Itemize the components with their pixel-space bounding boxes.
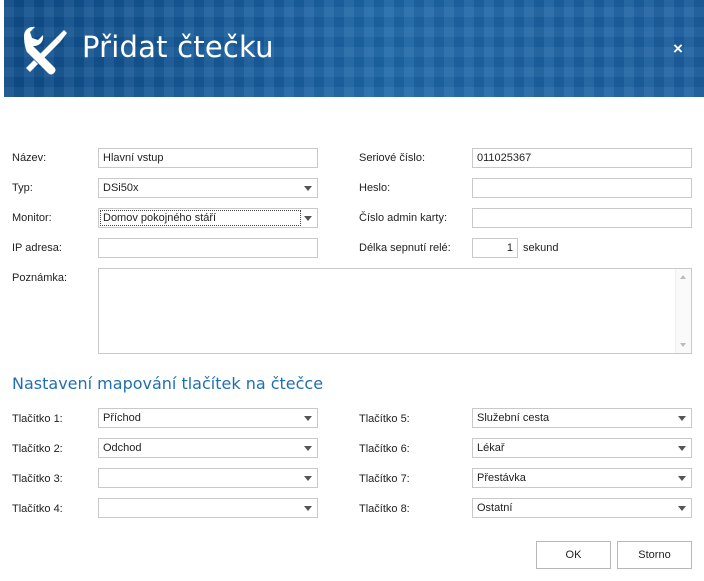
- seriove-label: Seriové číslo:: [359, 152, 426, 164]
- button-7-select[interactable]: Přestávka: [472, 468, 692, 488]
- typ-select-value: DSi50x: [103, 182, 139, 194]
- button-8-label: Tlačítko 8:: [359, 503, 410, 515]
- chevron-down-icon: [678, 476, 686, 481]
- button-1-select[interactable]: Příchod: [98, 408, 318, 428]
- nazev-input[interactable]: Hlavní vstup: [98, 148, 318, 168]
- textarea-scrollbar[interactable]: [675, 269, 691, 353]
- heslo-input[interactable]: [472, 178, 692, 198]
- button-8-select[interactable]: Ostatní: [472, 498, 692, 518]
- button-2-value: Odchod: [103, 442, 142, 454]
- button-6-select[interactable]: Lékař: [472, 438, 692, 458]
- heslo-label: Heslo:: [359, 182, 391, 194]
- chevron-down-icon: [304, 416, 312, 421]
- chevron-down-icon: [304, 506, 312, 511]
- button-2-select[interactable]: Odchod: [98, 438, 318, 458]
- rele-unit: sekund: [523, 242, 559, 254]
- button-6-value: Lékař: [477, 442, 505, 454]
- admin-karta-label: Číslo admin karty:: [359, 212, 448, 224]
- admin-karta-input[interactable]: [472, 208, 692, 228]
- button-3-select[interactable]: [98, 468, 318, 488]
- chevron-down-icon: [304, 476, 312, 481]
- button-5-label: Tlačítko 5:: [359, 413, 410, 425]
- chevron-down-icon: [678, 416, 686, 421]
- seriove-input[interactable]: 011025367: [472, 148, 692, 168]
- typ-select[interactable]: DSi50x: [98, 178, 318, 198]
- button-1-label: Tlačítko 1:: [12, 413, 63, 425]
- chevron-down-icon: [304, 186, 312, 191]
- monitor-select-value: Domov pokojného stáří: [103, 212, 217, 224]
- dialog-header: Přidat čtečku ×: [4, 0, 704, 97]
- button-8-value: Ostatní: [477, 502, 513, 514]
- close-icon[interactable]: ×: [668, 39, 688, 59]
- button-7-label: Tlačítko 7:: [359, 473, 410, 485]
- typ-label: Typ:: [12, 182, 33, 194]
- monitor-select[interactable]: Domov pokojného stáří: [98, 208, 318, 228]
- mapping-section-title: Nastavení mapování tlačítek na čtečce: [12, 374, 324, 393]
- button-1-value: Příchod: [103, 412, 141, 424]
- dialog-title: Přidat čtečku: [82, 30, 274, 64]
- scroll-up-icon[interactable]: [680, 275, 686, 279]
- ip-label: IP adresa:: [12, 242, 62, 254]
- nazev-label: Název:: [12, 152, 47, 164]
- ok-button[interactable]: OK: [536, 541, 611, 569]
- poznamka-textarea[interactable]: [98, 268, 692, 354]
- monitor-label: Monitor:: [12, 212, 52, 224]
- chevron-down-icon: [304, 446, 312, 451]
- chevron-down-icon: [304, 216, 312, 221]
- button-7-value: Přestávka: [477, 472, 526, 484]
- button-5-select[interactable]: Služební cesta: [472, 408, 692, 428]
- button-6-label: Tlačítko 6:: [359, 443, 410, 455]
- tools-icon: [24, 26, 67, 75]
- button-2-label: Tlačítko 2:: [12, 443, 63, 455]
- chevron-down-icon: [678, 506, 686, 511]
- button-3-label: Tlačítko 3:: [12, 473, 63, 485]
- ip-input[interactable]: [98, 238, 318, 258]
- scroll-down-icon[interactable]: [680, 343, 686, 347]
- rele-label: Délka sepnutí relé:: [359, 242, 451, 254]
- poznamka-label: Poznámka:: [12, 272, 68, 284]
- cancel-button[interactable]: Storno: [617, 541, 692, 569]
- button-4-label: Tlačítko 4:: [12, 503, 63, 515]
- button-4-select[interactable]: [98, 498, 318, 518]
- button-5-value: Služební cesta: [477, 412, 550, 424]
- rele-input[interactable]: 1: [472, 238, 518, 258]
- chevron-down-icon: [678, 446, 686, 451]
